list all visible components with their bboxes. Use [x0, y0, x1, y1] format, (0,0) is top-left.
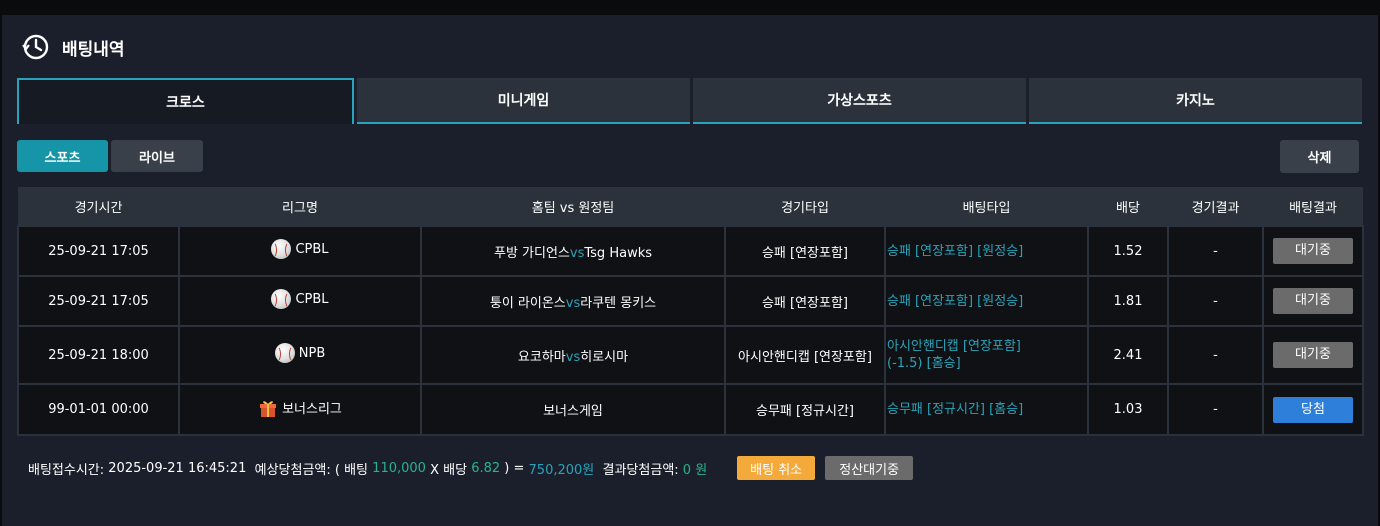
- tab-casino[interactable]: 카지노: [1029, 78, 1362, 124]
- bet-amount: 110,000: [372, 460, 426, 476]
- expected-win-label: 예상당첨금액: ( 배팅: [254, 462, 369, 478]
- league-name: 보너스리그: [282, 402, 342, 417]
- gift-box-icon: [260, 400, 277, 417]
- league-cell: CPBL: [178, 275, 422, 327]
- table-row: 25-09-21 18:00 NPB 요코하마vs히로시마 아시안핸디캡 [연장…: [17, 325, 1364, 385]
- sub-filter-buttons: 스포츠 라이브: [17, 140, 206, 172]
- bet-status-badge: 당첨: [1273, 396, 1353, 423]
- bet-result-cell: 대기중: [1262, 275, 1364, 327]
- expected-amount: 750,200원: [528, 462, 595, 478]
- game-time: 25-09-21 18:00: [17, 325, 180, 385]
- tab-cross[interactable]: 크로스: [17, 78, 354, 124]
- game-type: 아시안핸디캡 [연장포함]: [724, 325, 886, 385]
- odds-label: X 배당: [430, 462, 468, 478]
- game-result: -: [1167, 325, 1264, 385]
- vs-label: vs: [565, 295, 581, 311]
- delete-button[interactable]: 삭제: [1280, 140, 1359, 173]
- odds: 1.52: [1087, 225, 1169, 277]
- game-time: 25-09-21 17:05: [17, 275, 180, 327]
- page-header: 배팅내역: [20, 33, 125, 61]
- game-time: 99-01-01 00:00: [17, 383, 180, 436]
- home-team: 요코하마: [517, 349, 566, 365]
- teams-cell: 요코하마vs히로시마: [420, 325, 726, 385]
- game-time: 25-09-21 17:05: [17, 225, 180, 277]
- header-game-time: 경기시간: [18, 187, 179, 226]
- bet-type: 아시안핸디캡 [연장포함] (-1.5) [홈승]: [884, 325, 1089, 385]
- header-bet-result: 배팅결과: [1263, 187, 1363, 226]
- away-team: 라쿠텐 몽키스: [580, 295, 657, 311]
- table-header-row: 경기시간 리그명 홈팀 vs 원정팀 경기타입 배팅타입 배당 경기결과 배팅결…: [18, 187, 1363, 226]
- baseball-icon: [271, 239, 292, 259]
- bet-type: 승패 [연장포함] [원정승]: [884, 275, 1089, 327]
- bet-status-badge: 대기중: [1273, 238, 1353, 264]
- game-type: 승패 [연장포함]: [724, 275, 886, 327]
- league-cell: CPBL: [178, 225, 422, 277]
- bet-type-line: 아시안핸디캡 [연장포함]: [887, 339, 1021, 354]
- vs-label: vs: [569, 245, 585, 261]
- page-title: 배팅내역: [62, 39, 125, 60]
- bet-summary-footer: 배팅접수시간: 2025-09-21 16:45:21 예상당첨금액: ( 배팅…: [28, 456, 914, 480]
- game-type: 승패 [연장포함]: [724, 225, 886, 277]
- game-type: 승무패 [정규시간]: [724, 383, 886, 436]
- header-game-type: 경기타입: [725, 187, 885, 226]
- bet-type: 승무패 [정규시간] [홈승]: [884, 383, 1089, 436]
- table-row: 99-01-01 00:00 보너스리그 보너스게임 승무패 [정규시간] 승무…: [17, 383, 1364, 436]
- away-team: Tsg Hawks: [584, 245, 652, 261]
- bet-result-cell: 대기중: [1262, 225, 1364, 277]
- game-result: -: [1167, 383, 1264, 436]
- league-name: CPBL: [295, 291, 329, 307]
- bet-history-table: 경기시간 리그명 홈팀 vs 원정팀 경기타입 배팅타입 배당 경기결과 배팅결…: [17, 187, 1364, 436]
- received-time-label: 배팅접수시간:: [28, 462, 105, 478]
- league-cell: 보너스리그: [178, 383, 422, 436]
- league-name: NPB: [298, 345, 326, 361]
- betting-history-panel: 배팅내역 크로스 미니게임 가상스포츠 카지노 스포츠 라이브 삭제 경기시간 …: [2, 15, 1378, 526]
- header-game-result: 경기결과: [1168, 187, 1263, 226]
- league-name: CPBL: [295, 241, 329, 257]
- teams-cell: 푸방 가디언스vsTsg Hawks: [420, 225, 726, 277]
- game-result: -: [1167, 225, 1264, 277]
- game-result: -: [1167, 275, 1264, 327]
- vs-label: vs: [565, 349, 581, 365]
- settlement-status-badge: 정산대기중: [825, 456, 914, 480]
- bet-status-badge: 대기중: [1273, 342, 1353, 368]
- tab-minigame[interactable]: 미니게임: [357, 78, 690, 124]
- cancel-bet-button[interactable]: 배팅 취소: [737, 456, 816, 480]
- header-odds: 배당: [1088, 187, 1168, 226]
- teams-cell: 퉁이 라이온스vs라쿠텐 몽키스: [420, 275, 726, 327]
- result-win-label: 결과당첨금액:: [602, 462, 679, 478]
- equals-label: ) =: [504, 460, 525, 476]
- total-odds: 6.82: [471, 460, 501, 476]
- odds: 2.41: [1087, 325, 1169, 385]
- header-teams: 홈팀 vs 원정팀: [421, 187, 725, 226]
- header-league: 리그명: [179, 187, 421, 226]
- home-team: 퉁이 라이온스: [489, 295, 566, 311]
- bet-result-cell: 대기중: [1262, 325, 1364, 385]
- live-filter-button[interactable]: 라이브: [111, 140, 203, 172]
- baseball-icon: [274, 343, 295, 363]
- odds: 1.03: [1087, 383, 1169, 436]
- category-tabs: 크로스 미니게임 가상스포츠 카지노: [17, 78, 1362, 126]
- tab-virtual-sports[interactable]: 가상스포츠: [693, 78, 1026, 124]
- bet-type: 승패 [연장포함] [원정승]: [884, 225, 1089, 277]
- odds: 1.81: [1087, 275, 1169, 327]
- table-row: 25-09-21 17:05 CPBL 푸방 가디언스vsTsg Hawks 승…: [17, 225, 1364, 277]
- result-amount: 0 원: [682, 462, 708, 478]
- league-cell: NPB: [178, 325, 422, 385]
- home-team: 푸방 가디언스: [494, 245, 570, 261]
- received-time: 2025-09-21 16:45:21: [108, 460, 247, 476]
- match-name: 보너스게임: [420, 383, 726, 436]
- history-clock-icon: [22, 34, 49, 60]
- away-team: 히로시마: [580, 349, 629, 365]
- table-row: 25-09-21 17:05 CPBL 퉁이 라이온스vs라쿠텐 몽키스 승패 …: [17, 275, 1364, 327]
- bet-result-cell: 당첨: [1262, 383, 1364, 436]
- baseball-icon: [271, 289, 292, 309]
- bet-type-line: (-1.5) [홈승]: [887, 356, 961, 371]
- header-bet-type: 배팅타입: [885, 187, 1088, 226]
- sports-filter-button[interactable]: 스포츠: [17, 140, 108, 172]
- bet-status-badge: 대기중: [1273, 288, 1353, 314]
